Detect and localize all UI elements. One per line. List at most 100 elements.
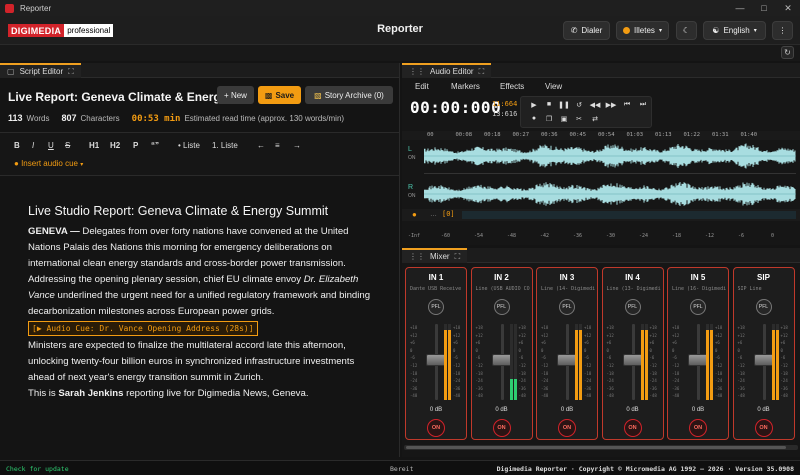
expand-icon[interactable]: ⛶ (68, 67, 74, 77)
bullet-list-button[interactable]: • Liste (178, 141, 200, 150)
pfl-button[interactable]: PFL (559, 299, 575, 315)
track-left-on[interactable]: ON (408, 154, 416, 163)
channel-on-button[interactable]: ON (754, 419, 773, 437)
paragraph-button[interactable]: P (133, 141, 138, 150)
fader-handle[interactable] (491, 354, 512, 366)
channel-source[interactable]: Line (14- Digimedi... (541, 286, 595, 292)
story-archive-button[interactable]: ▧ Story Archive (0) (305, 86, 393, 104)
numbered-list-button[interactable]: 1. Liste (212, 141, 238, 150)
bold-button[interactable]: B (14, 141, 20, 150)
save-button[interactable]: ▩ Save (258, 86, 301, 104)
insert-audio-cue-button[interactable]: ● Insert audio cue ▾ (14, 159, 83, 168)
user-button[interactable]: Illetes ▾ (616, 21, 669, 40)
mixer-scrollbar[interactable] (404, 445, 798, 450)
audio-cue-tag[interactable]: [▶ Audio Cue: Dr. Vance Opening Address … (28, 321, 258, 336)
expand-icon[interactable]: ⛶ (479, 67, 485, 77)
script-content[interactable]: Live Studio Report: Geneva Climate & Ene… (28, 203, 378, 402)
pfl-button[interactable]: PFL (493, 299, 510, 315)
loop-icon[interactable]: ↺ (573, 101, 585, 109)
menu-edit[interactable]: Edit (415, 82, 429, 91)
heading1-button[interactable]: H1 (89, 141, 99, 150)
check-update-link[interactable]: Check for update (6, 465, 69, 473)
menu-view[interactable]: View (545, 82, 562, 91)
channel-source[interactable]: SIP Line (738, 286, 792, 292)
meter-scale-label: +6 (410, 340, 415, 346)
record-icon[interactable]: ● (528, 115, 540, 122)
ruler-tick-label: 01:03 (626, 132, 644, 138)
pfl-button[interactable]: PFL (624, 299, 641, 315)
channel-db: 0 dB (626, 407, 639, 413)
pfl-button[interactable]: PFL (428, 299, 444, 315)
pfl-button[interactable]: PFL (690, 299, 706, 315)
strike-button[interactable]: S (65, 141, 70, 150)
channel-on-button[interactable]: ON (492, 419, 511, 437)
italic-button[interactable]: I (32, 141, 34, 150)
theme-toggle-button[interactable]: ☾ (676, 21, 697, 40)
expand-icon[interactable]: ⛶ (455, 252, 461, 262)
skip-start-icon[interactable]: ⏮ (621, 101, 633, 109)
new-button[interactable]: + New (217, 86, 254, 104)
meter-scale-label: +6 (584, 340, 589, 346)
scroll-track[interactable] (462, 211, 796, 219)
fader-handle[interactable] (622, 354, 643, 366)
cut-icon[interactable]: ✂ (573, 115, 585, 123)
channel-source[interactable]: Dante USB Receive ... (410, 286, 464, 292)
forward-icon[interactable]: ▶▶ (605, 101, 617, 109)
tab-script-editor[interactable]: ▢ Script Editor ⛶ (0, 63, 81, 78)
channel-source[interactable]: Line (USB AUDIO CO... (476, 286, 530, 292)
close-icon[interactable]: ✕ (776, 0, 800, 16)
refresh-icon[interactable]: ↻ (781, 46, 794, 59)
fader-handle[interactable] (688, 354, 708, 366)
minimize-icon[interactable]: — (728, 0, 752, 16)
trim-icon[interactable]: ⇄ (589, 115, 601, 123)
rewind-icon[interactable]: ◀◀ (589, 101, 601, 109)
more-menu-button[interactable]: ⋮ (772, 21, 793, 40)
waveform-right[interactable] (424, 179, 796, 209)
channel-source[interactable]: Line (13- Digimedi... (607, 286, 661, 292)
align-right-icon[interactable]: → (293, 141, 301, 150)
channel-on-button[interactable]: ON (623, 419, 642, 437)
tab-audio-editor[interactable]: ⋮⋮ Audio Editor ⛶ (402, 63, 492, 78)
language-button[interactable]: ☯ English ▾ (703, 21, 766, 40)
fader-handle[interactable] (426, 354, 446, 366)
channel-name: IN 4 (625, 273, 640, 282)
document-title[interactable]: Live Report: Geneva Climate & Energy (8, 90, 227, 104)
ruler-tick-label: 00:08 (455, 132, 473, 138)
mixer-scroll-thumb[interactable] (406, 446, 786, 449)
menu-effects[interactable]: Effects (500, 82, 524, 91)
track-right-on[interactable]: ON (408, 192, 416, 201)
fader-handle[interactable] (753, 354, 774, 366)
pause-icon[interactable]: ❚❚ (558, 101, 570, 109)
play-icon[interactable]: ▶ (528, 101, 540, 109)
channel-on-button[interactable]: ON (558, 419, 576, 437)
marker-box[interactable]: [0] (442, 210, 455, 218)
fader-handle[interactable] (557, 354, 577, 366)
level-meter-fill (640, 330, 644, 400)
channel-on-button[interactable]: ON (689, 419, 707, 437)
heading2-button[interactable]: H2 (110, 141, 120, 150)
maximize-icon[interactable]: □ (752, 0, 776, 16)
meter-scale-label: -6 (780, 355, 786, 361)
tab-mixer[interactable]: ⋮⋮ Mixer ⛶ (402, 248, 468, 263)
meter-scale-right: +18 +12 +6 0 -6 -12 -18 -24 -36 -48 (781, 324, 788, 400)
waveform-left[interactable] (424, 141, 796, 171)
copy-icon[interactable]: ❐ (543, 115, 555, 123)
pfl-button[interactable]: PFL (755, 299, 772, 315)
channel-db: 0 dB (560, 407, 574, 413)
channel-on-button[interactable]: ON (427, 419, 445, 437)
quote-button[interactable]: “” (151, 141, 159, 150)
skip-end-icon[interactable]: ⏭ (637, 101, 649, 109)
timeline-ruler[interactable]: 00 00:08 00:18 00:27 00:36 00:45 00:54 01:03 01:… (402, 131, 800, 140)
channel-source[interactable]: Line (16- Digimedi... (672, 286, 726, 292)
meter-scale-label: -18 (672, 370, 680, 376)
chevron-down-icon: ▾ (658, 28, 662, 34)
paste-icon[interactable]: ▣ (558, 115, 570, 123)
align-center-icon[interactable]: ≡ (275, 141, 280, 150)
marker-icon[interactable]: ● (412, 210, 417, 219)
meter-scale-label: +6 (649, 340, 655, 346)
menu-markers[interactable]: Markers (451, 82, 480, 91)
underline-button[interactable]: U (48, 141, 54, 150)
stop-icon[interactable]: ■ (543, 101, 555, 108)
dialer-button[interactable]: ✆ Dialer (563, 21, 610, 40)
align-left-icon[interactable]: ← (257, 141, 265, 150)
